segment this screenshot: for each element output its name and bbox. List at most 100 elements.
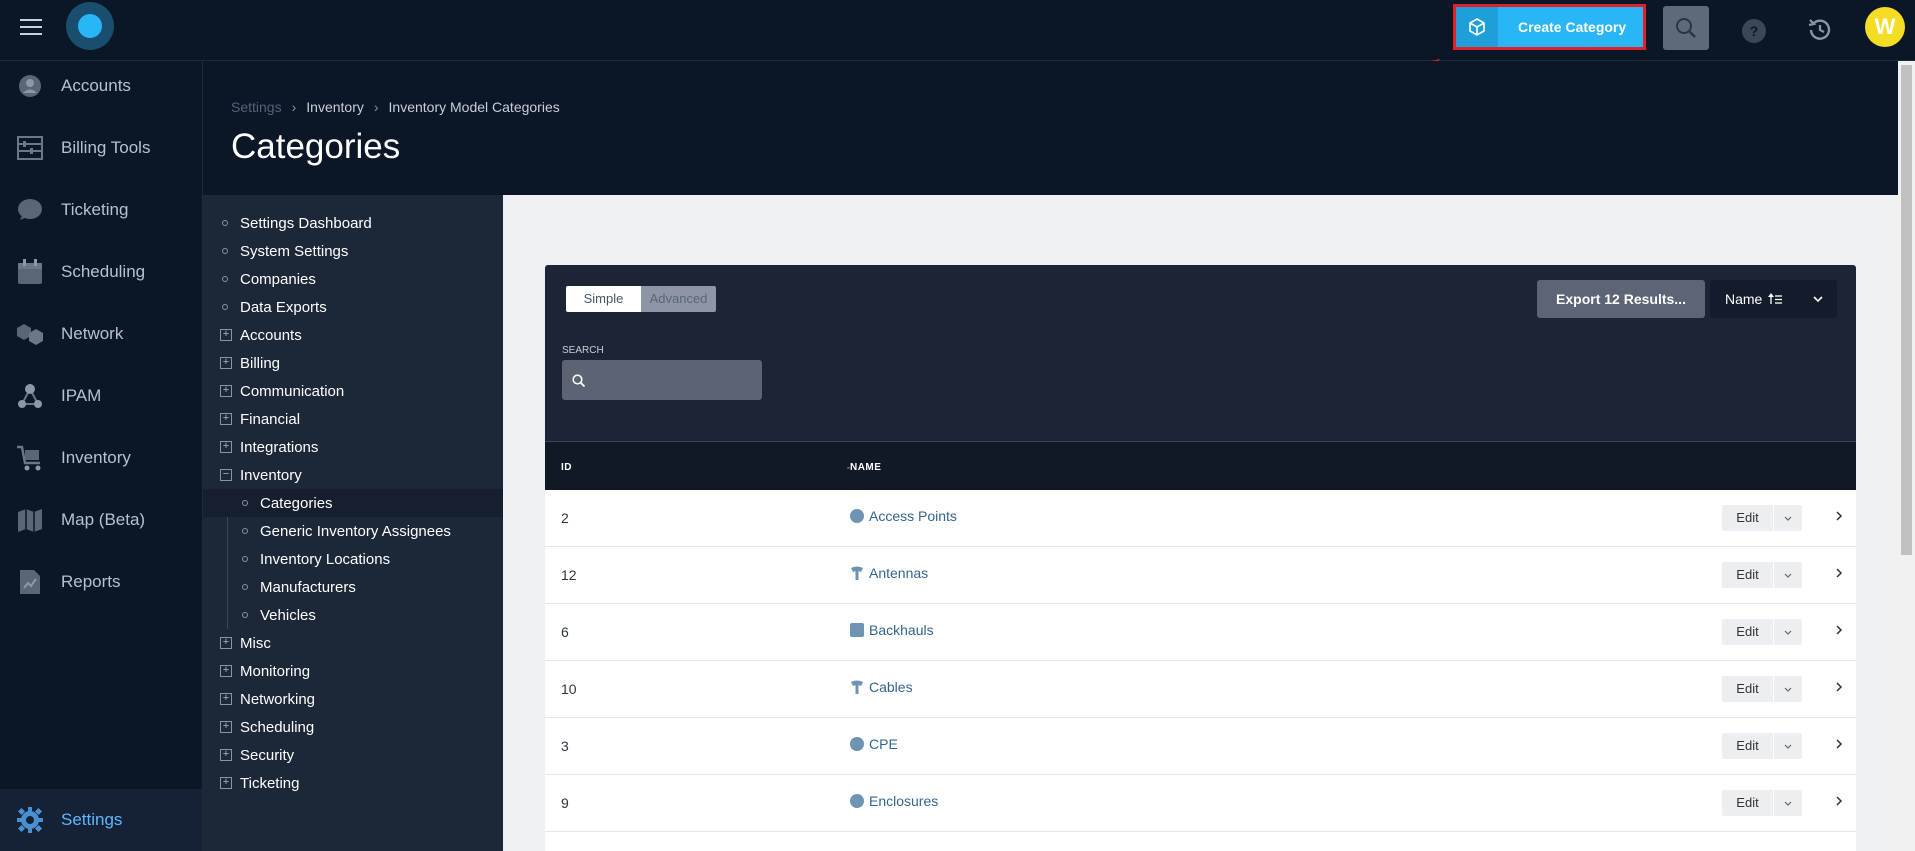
export-results-button[interactable]: Export 12 Results... [1537,280,1705,318]
sidebar-label-map: Map (Beta) [61,510,146,529]
edit-button[interactable]: Edit [1722,619,1773,645]
search-icon [1676,18,1696,38]
settings-menu-item-categories[interactable]: Categories [203,489,503,517]
table-row[interactable]: 9 Enclosures Edit [545,775,1856,832]
row-name-link[interactable]: Antennas [850,565,928,581]
network-icon [16,320,44,348]
expand-icon[interactable]: + [220,441,232,453]
column-header-name[interactable]: ◦NAME [847,462,881,473]
row-actions-dropdown[interactable] [1774,619,1802,645]
settings-menu-item-data-exports[interactable]: Data Exports [203,293,503,321]
table-row-partial[interactable] [545,832,1856,851]
sidebar-item-settings[interactable]: Settings [0,789,202,851]
settings-menu-item-networking[interactable]: + Networking [203,685,503,713]
settings-menu-item-system-settings[interactable]: System Settings [203,237,503,265]
expand-icon[interactable]: + [220,385,232,397]
sidebar-item-inventory[interactable]: Inventory [0,433,202,483]
expand-icon[interactable]: + [220,413,232,425]
row-id: 9 [561,795,569,811]
create-category-button[interactable]: Create Category [1453,4,1646,50]
chevron-right-icon[interactable] [1835,681,1843,693]
expand-icon[interactable]: + [220,665,232,677]
edit-button[interactable]: Edit [1722,505,1773,531]
search-input[interactable] [562,360,762,400]
avatar[interactable]: W [1865,7,1905,47]
table-row[interactable]: 2 Access Points Edit [545,490,1856,547]
edit-button[interactable]: Edit [1722,790,1773,816]
row-name-link[interactable]: Access Points [850,508,957,524]
table-row[interactable]: 3 CPE Edit [545,718,1856,775]
app-logo[interactable] [66,2,114,50]
settings-menu-item-security[interactable]: + Security [203,741,503,769]
row-actions-dropdown[interactable] [1774,562,1802,588]
expand-icon[interactable]: + [220,721,232,733]
breadcrumb-inventory[interactable]: Inventory [306,99,364,115]
sidebar-item-accounts[interactable]: Accounts [0,61,202,111]
settings-menu-item-scheduling[interactable]: + Scheduling [203,713,503,741]
sidebar-item-network[interactable]: Network [0,309,202,359]
scrollbar-thumb[interactable] [1901,65,1912,555]
table-row[interactable]: 6 Backhauls Edit [545,604,1856,661]
gear-icon [16,806,44,834]
sort-select[interactable]: Name [1710,280,1837,318]
row-actions-dropdown[interactable] [1774,733,1802,759]
settings-menu-item-misc[interactable]: + Misc [203,629,503,657]
row-name-link[interactable]: CPE [850,736,898,752]
chevron-right-icon[interactable] [1835,567,1843,579]
row-name-link[interactable]: Backhauls [850,622,934,638]
chevron-right-icon[interactable] [1835,795,1843,807]
global-search-button[interactable] [1663,6,1709,50]
table-row[interactable]: 10 Cables Edit [545,661,1856,718]
settings-menu-item-ticketing[interactable]: + Ticketing [203,769,503,797]
breadcrumb-settings[interactable]: Settings [231,99,282,115]
table-row[interactable]: 12 Antennas Edit [545,547,1856,604]
sidebar-item-ipam[interactable]: IPAM [0,371,202,421]
expand-icon[interactable]: + [220,329,232,341]
sidebar-item-reports[interactable]: Reports [0,557,202,607]
row-actions-dropdown[interactable] [1774,505,1802,531]
mode-simple-button[interactable]: Simple [566,286,641,312]
edit-button[interactable]: Edit [1722,733,1773,759]
settings-menu-item-monitoring[interactable]: + Monitoring [203,657,503,685]
help-icon[interactable]: ? [1742,19,1766,43]
edit-button[interactable]: Edit [1722,562,1773,588]
row-actions-dropdown[interactable] [1774,790,1802,816]
column-header-id[interactable]: ID [561,462,572,473]
expand-icon[interactable]: + [220,777,232,789]
collapse-icon[interactable]: − [220,469,232,481]
row-name-link[interactable]: Enclosures [850,793,938,809]
chevron-right-icon[interactable] [1835,738,1843,750]
expand-icon[interactable]: + [220,749,232,761]
settings-menu-item-communication[interactable]: + Communication [203,377,503,405]
settings-menu-item-companies[interactable]: Companies [203,265,503,293]
settings-menu-item-inventory-locations[interactable]: Inventory Locations [203,545,503,573]
sidebar-item-map[interactable]: Map (Beta) [0,495,202,545]
expand-icon[interactable]: + [220,693,232,705]
circle-icon [850,794,864,808]
settings-menu-item-vehicles[interactable]: Vehicles [203,601,503,629]
settings-menu-item-generic-assignees[interactable]: Generic Inventory Assignees [203,517,503,545]
mode-advanced-button[interactable]: Advanced [641,286,716,312]
settings-menu-item-integrations[interactable]: + Integrations [203,433,503,461]
row-actions-dropdown[interactable] [1774,676,1802,702]
history-icon[interactable] [1806,16,1834,44]
settings-menu-item-billing[interactable]: + Billing [203,349,503,377]
row-id: 10 [561,681,577,697]
settings-menu-item-dashboard[interactable]: Settings Dashboard [203,209,503,237]
expand-icon[interactable]: + [220,357,232,369]
settings-menu-item-inventory[interactable]: − Inventory [203,461,503,489]
hamburger-menu-icon[interactable] [20,19,42,37]
edit-button[interactable]: Edit [1722,676,1773,702]
sidebar-item-scheduling[interactable]: Scheduling [0,247,202,297]
page-scrollbar[interactable] [1898,61,1915,851]
settings-menu-item-financial[interactable]: + Financial [203,405,503,433]
chevron-down-icon [1784,516,1792,521]
chevron-right-icon[interactable] [1835,624,1843,636]
settings-menu-item-accounts[interactable]: + Accounts [203,321,503,349]
sidebar-item-ticketing[interactable]: Ticketing [0,185,202,235]
chevron-right-icon[interactable] [1835,510,1843,522]
sidebar-item-billing-tools[interactable]: Billing Tools [0,123,202,173]
expand-icon[interactable]: + [220,637,232,649]
row-name-link[interactable]: Cables [850,679,913,695]
settings-menu-item-manufacturers[interactable]: Manufacturers [203,573,503,601]
